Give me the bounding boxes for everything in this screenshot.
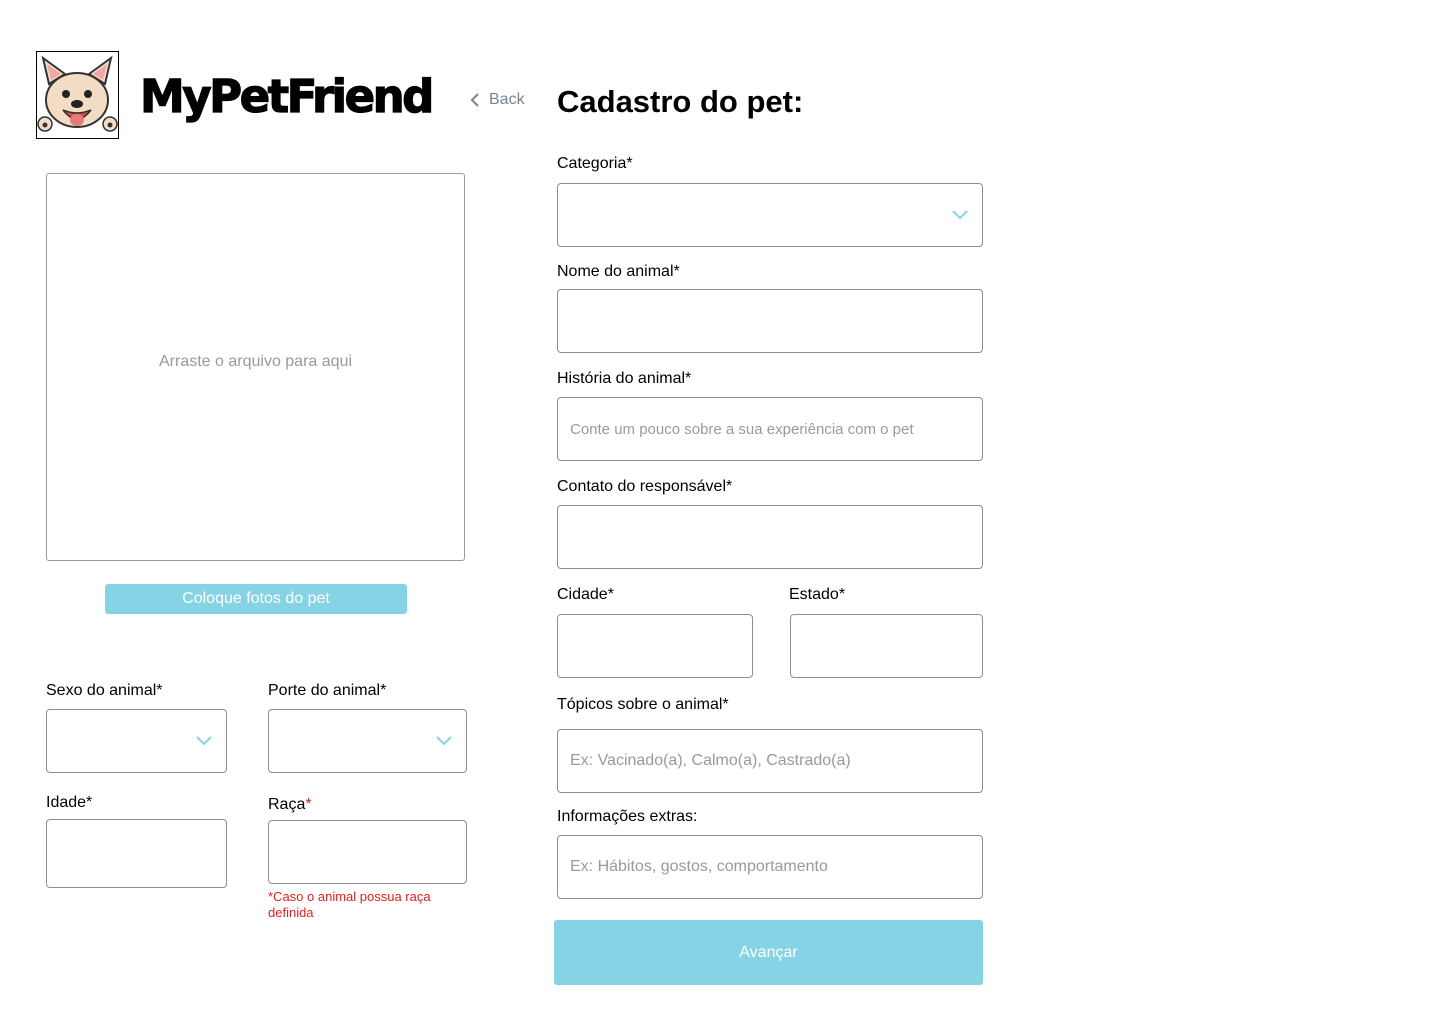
back-label: Back (489, 91, 525, 108)
cidade-input[interactable] (557, 614, 753, 678)
extras-input[interactable]: Ex: Hábitos, gostos, comportamento (557, 835, 983, 899)
extras-placeholder: Ex: Hábitos, gostos, comportamento (570, 858, 828, 875)
add-photos-button[interactable]: Coloque fotos do pet (105, 584, 407, 614)
nome-label: Nome do animal* (557, 263, 680, 280)
raca-label-text: Raça (268, 796, 306, 813)
brand-name: MyPetFriend (139, 69, 435, 123)
historia-placeholder: Conte um pouco sobre a sua experiência c… (570, 420, 914, 438)
topicos-placeholder: Ex: Vacinado(a), Calmo(a), Castrado(a) (570, 752, 851, 769)
photo-dropzone[interactable]: Arraste o arquivo para aqui (46, 173, 465, 561)
sexo-label: Sexo do animal* (46, 682, 163, 699)
categoria-select[interactable] (557, 183, 983, 247)
chevron-left-icon (470, 93, 479, 107)
page-title: Cadastro do pet: (557, 84, 804, 119)
dropzone-text: Arraste o arquivo para aqui (159, 353, 352, 370)
historia-label: História do animal* (557, 370, 692, 387)
raca-note: *Caso o animal possua raça definida (268, 889, 431, 920)
logo (36, 51, 119, 139)
raca-input[interactable] (268, 820, 467, 884)
back-button[interactable]: Back (469, 91, 525, 109)
idade-input[interactable] (46, 819, 227, 888)
categoria-label: Categoria* (557, 155, 633, 172)
extras-label: Informações extras: (557, 808, 698, 825)
sexo-select[interactable] (46, 709, 227, 773)
raca-label: Raça* (268, 796, 312, 814)
estado-label: Estado* (789, 586, 846, 603)
contato-input[interactable] (557, 505, 983, 569)
nome-input[interactable] (557, 289, 983, 353)
chevron-down-icon (436, 736, 452, 746)
french-bulldog-icon (37, 55, 118, 132)
porte-select[interactable] (268, 709, 467, 773)
porte-label: Porte do animal* (268, 682, 387, 699)
historia-input[interactable]: Conte um pouco sobre a sua experiência c… (557, 397, 983, 461)
cidade-label: Cidade* (557, 586, 614, 603)
contato-label: Contato do responsável* (557, 478, 733, 495)
estado-input[interactable] (790, 614, 983, 678)
chevron-down-icon (196, 736, 212, 746)
topicos-input[interactable]: Ex: Vacinado(a), Calmo(a), Castrado(a) (557, 729, 983, 793)
chevron-down-icon (952, 210, 968, 220)
advance-button[interactable]: Avançar (554, 920, 983, 985)
topicos-label: Tópicos sobre o animal* (557, 696, 729, 713)
required-mark: * (305, 796, 312, 813)
idade-label: Idade* (46, 794, 93, 811)
